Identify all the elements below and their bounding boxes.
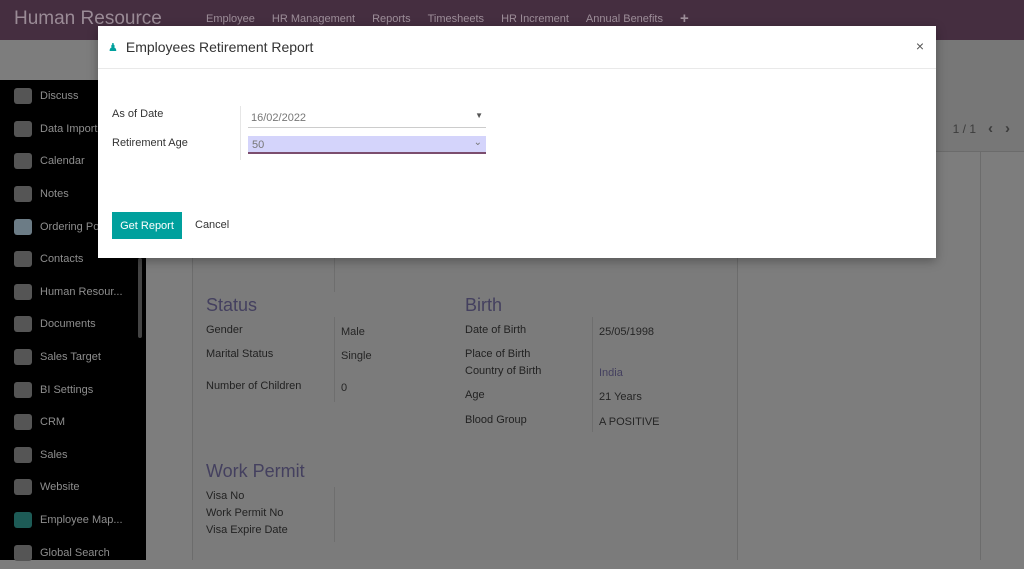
camera-icon bbox=[14, 186, 32, 203]
camera-icon bbox=[14, 349, 32, 366]
sidebar-item[interactable]: CRM bbox=[0, 406, 146, 439]
label-age: Age bbox=[465, 389, 485, 401]
sidebar-item-label: Data Import bbox=[40, 122, 98, 135]
person-icon: ♟ bbox=[108, 41, 118, 54]
camera-icon bbox=[14, 153, 32, 170]
menu-timesheets[interactable]: Timesheets bbox=[428, 13, 484, 27]
sidebar-item[interactable]: Documents bbox=[0, 308, 146, 341]
camera-icon bbox=[14, 544, 32, 561]
section-work-permit: Work Permit bbox=[206, 461, 305, 481]
sidebar-item-label: Ordering Po bbox=[40, 220, 100, 233]
pager-value[interactable]: 1 / 1 bbox=[953, 122, 976, 136]
pager: 1 / 1 ‹ › bbox=[953, 120, 1010, 137]
label-visa-no: Visa No bbox=[206, 490, 245, 502]
map-pin-icon bbox=[14, 512, 32, 529]
dialog-header: ♟ Employees Retirement Report bbox=[98, 26, 936, 69]
main-menu: Employee HR Management Reports Timesheet… bbox=[206, 10, 706, 27]
date-value: 16/02/2022 bbox=[251, 112, 307, 124]
sidebar-item-label: Calendar bbox=[40, 155, 85, 168]
plus-icon[interactable]: + bbox=[680, 10, 689, 27]
sidebar-item-label: Website bbox=[40, 481, 80, 494]
sidebar-item[interactable]: Human Resour... bbox=[0, 276, 146, 309]
camera-icon bbox=[14, 88, 32, 105]
chevron-right-icon[interactable]: › bbox=[1005, 120, 1010, 137]
menu-reports[interactable]: Reports bbox=[372, 13, 411, 27]
get-report-button[interactable]: Get Report bbox=[112, 212, 182, 239]
menu-hr-increment[interactable]: HR Increment bbox=[501, 13, 569, 27]
value-age: 21 Years bbox=[599, 391, 642, 403]
sidebar-item-label: Human Resour... bbox=[40, 285, 123, 298]
sidebar-item-label: Sales bbox=[40, 448, 68, 461]
age-value: 50 bbox=[252, 139, 265, 151]
camera-icon bbox=[14, 414, 32, 431]
chevron-left-icon[interactable]: ‹ bbox=[988, 120, 993, 137]
sidebar-item-label: Global Search bbox=[40, 546, 110, 559]
section-status: Status bbox=[206, 295, 258, 315]
cancel-button[interactable]: Cancel bbox=[195, 219, 229, 231]
sidebar-item-label: CRM bbox=[40, 416, 66, 429]
sidebar-item-label: Contacts bbox=[40, 253, 84, 266]
value-marital: Single bbox=[341, 350, 372, 362]
handshake-icon bbox=[14, 218, 32, 235]
value-country[interactable]: India bbox=[599, 367, 623, 379]
sidebar-item[interactable]: Website bbox=[0, 471, 146, 504]
value-children: 0 bbox=[341, 382, 348, 394]
menu-hr-management[interactable]: HR Management bbox=[272, 13, 355, 27]
retirement-report-dialog: ♟ Employees Retirement Report × As of Da… bbox=[98, 26, 936, 258]
label-as-of-date: As of Date bbox=[112, 108, 164, 120]
menu-employee[interactable]: Employee bbox=[206, 13, 255, 27]
value-blood-group: A POSITIVE bbox=[599, 416, 660, 428]
label-retirement-age: Retirement Age bbox=[112, 137, 188, 149]
camera-icon bbox=[14, 479, 32, 496]
sidebar-item-label: Notes bbox=[40, 188, 69, 201]
sidebar-item[interactable]: Employee Map... bbox=[0, 504, 146, 537]
camera-icon bbox=[14, 316, 32, 333]
sidebar-item-label: Discuss bbox=[40, 90, 79, 103]
caret-down-icon: ▼ bbox=[475, 111, 483, 120]
camera-icon bbox=[14, 283, 32, 300]
camera-icon bbox=[14, 381, 32, 398]
label-dob: Date of Birth bbox=[465, 324, 527, 336]
sidebar-item-label: Documents bbox=[40, 318, 96, 331]
sidebar-item-label: BI Settings bbox=[40, 383, 94, 396]
close-icon[interactable]: × bbox=[916, 38, 924, 54]
label-blood-group: Blood Group bbox=[465, 414, 527, 426]
retirement-age-select[interactable]: 50 ⌄ bbox=[248, 136, 486, 154]
sidebar-item[interactable]: Global Search bbox=[0, 536, 146, 569]
value-dob: 25/05/1998 bbox=[599, 326, 655, 338]
label-gender: Gender bbox=[206, 324, 243, 336]
camera-icon bbox=[14, 251, 32, 268]
label-children: Number of Children bbox=[206, 380, 302, 392]
label-visa-expire: Visa Expire Date bbox=[206, 524, 288, 536]
label-place-of-birth: Place of Birth bbox=[465, 348, 531, 360]
dialog-title: Employees Retirement Report bbox=[125, 39, 314, 55]
section-birth: Birth bbox=[465, 295, 503, 315]
label-country-of-birth: Country of Birth bbox=[465, 365, 542, 377]
sidebar-item[interactable]: Sales Target bbox=[0, 341, 146, 374]
sidebar-item[interactable]: BI Settings bbox=[0, 373, 146, 406]
value-gender: Male bbox=[341, 326, 365, 338]
sidebar-scrollbar[interactable] bbox=[138, 258, 142, 338]
sidebar-item[interactable]: Sales bbox=[0, 439, 146, 472]
as-of-date-input[interactable]: 16/02/2022 ▼ bbox=[248, 108, 486, 128]
chevron-down-icon: ⌄ bbox=[473, 137, 482, 148]
label-work-permit-no: Work Permit No bbox=[206, 507, 284, 519]
menu-annual-benefits[interactable]: Annual Benefits bbox=[586, 13, 663, 27]
camera-icon bbox=[14, 446, 32, 463]
camera-icon bbox=[14, 120, 32, 137]
label-marital: Marital Status bbox=[206, 348, 274, 360]
sidebar-item-label: Employee Map... bbox=[40, 514, 123, 527]
sidebar-item-label: Sales Target bbox=[40, 351, 101, 364]
